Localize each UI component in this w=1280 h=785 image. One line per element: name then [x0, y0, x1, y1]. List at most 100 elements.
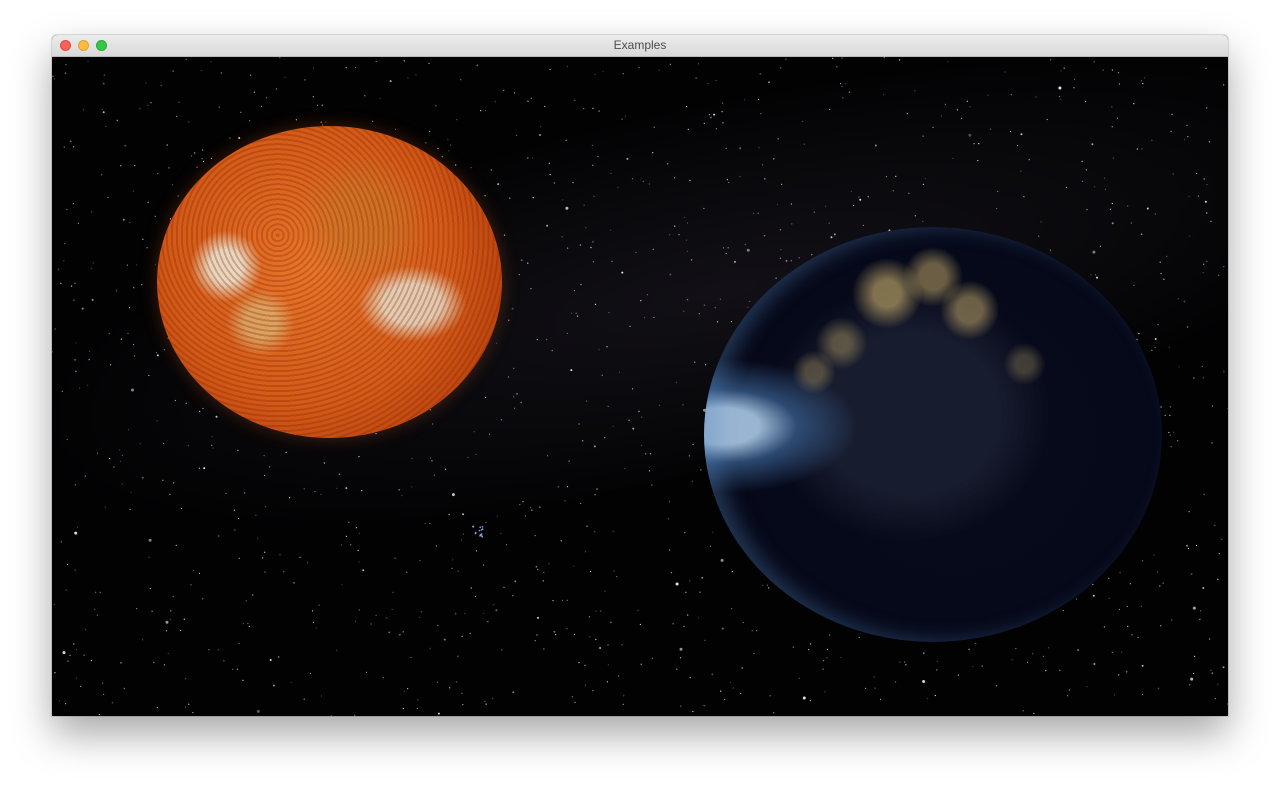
star — [616, 576, 618, 578]
star — [779, 229, 782, 231]
star — [386, 617, 388, 619]
star — [173, 482, 175, 484]
star — [89, 350, 91, 352]
star — [98, 713, 100, 716]
star — [340, 544, 342, 546]
star — [1010, 94, 1012, 96]
star — [981, 665, 983, 667]
star — [1028, 159, 1030, 161]
star — [111, 702, 113, 704]
star — [1195, 544, 1198, 547]
star — [153, 661, 155, 663]
star — [289, 497, 291, 499]
star — [570, 369, 573, 372]
star — [607, 405, 609, 407]
star — [1202, 377, 1204, 379]
star — [127, 332, 129, 334]
star — [162, 479, 164, 481]
star — [885, 176, 888, 178]
star — [707, 82, 709, 85]
star — [573, 290, 576, 292]
star — [316, 104, 319, 106]
star — [711, 673, 713, 675]
star — [686, 106, 688, 108]
star — [240, 111, 242, 113]
star — [80, 685, 82, 688]
star — [639, 623, 642, 626]
render-viewport[interactable] — [52, 57, 1228, 716]
star — [73, 299, 75, 301]
star — [180, 507, 183, 509]
star — [475, 453, 477, 455]
star — [202, 149, 204, 151]
star — [238, 137, 241, 139]
star — [198, 572, 201, 574]
star — [746, 248, 750, 252]
star — [1136, 148, 1138, 150]
star — [739, 147, 742, 150]
star — [811, 254, 813, 256]
star — [435, 105, 437, 107]
star — [713, 113, 716, 116]
star — [602, 70, 604, 72]
star — [607, 644, 609, 646]
star — [874, 144, 877, 147]
star — [762, 584, 764, 586]
star — [989, 128, 992, 130]
star — [626, 157, 629, 160]
star — [873, 676, 875, 678]
star — [580, 284, 582, 286]
star — [608, 312, 610, 314]
star — [679, 647, 683, 651]
star — [1108, 597, 1110, 600]
star — [218, 535, 220, 537]
star — [172, 184, 174, 186]
star-cluster-point — [479, 533, 482, 536]
star — [1090, 274, 1092, 276]
star — [651, 657, 654, 659]
star — [688, 455, 690, 457]
star — [1058, 95, 1060, 98]
star — [1073, 87, 1075, 89]
star — [160, 84, 162, 87]
star — [936, 669, 938, 671]
star — [1049, 249, 1051, 251]
star — [670, 572, 673, 574]
star — [715, 79, 717, 82]
star — [801, 120, 804, 122]
star — [1141, 148, 1143, 150]
star — [914, 90, 916, 92]
star — [944, 103, 946, 105]
star — [62, 651, 66, 655]
star — [617, 186, 619, 189]
star — [583, 204, 585, 206]
star — [500, 532, 502, 534]
star — [527, 100, 529, 102]
star — [1133, 284, 1135, 286]
star — [403, 690, 405, 693]
star — [1042, 655, 1045, 658]
star — [149, 587, 151, 590]
star — [600, 610, 602, 612]
star — [715, 128, 718, 130]
star — [493, 604, 495, 606]
star — [1091, 143, 1094, 146]
star — [1214, 524, 1216, 526]
title-bar[interactable]: Examples — [52, 35, 1228, 57]
star — [686, 250, 689, 252]
star — [136, 608, 138, 610]
star — [345, 487, 348, 490]
star — [675, 582, 679, 586]
star — [147, 105, 149, 107]
star — [578, 423, 580, 425]
star — [586, 525, 588, 527]
star — [669, 234, 671, 236]
star — [172, 70, 174, 72]
star — [1113, 694, 1115, 696]
star — [612, 530, 614, 532]
star — [176, 115, 178, 117]
star-cluster-point — [472, 525, 474, 528]
star — [389, 80, 392, 83]
star — [462, 704, 464, 706]
star — [775, 277, 777, 279]
